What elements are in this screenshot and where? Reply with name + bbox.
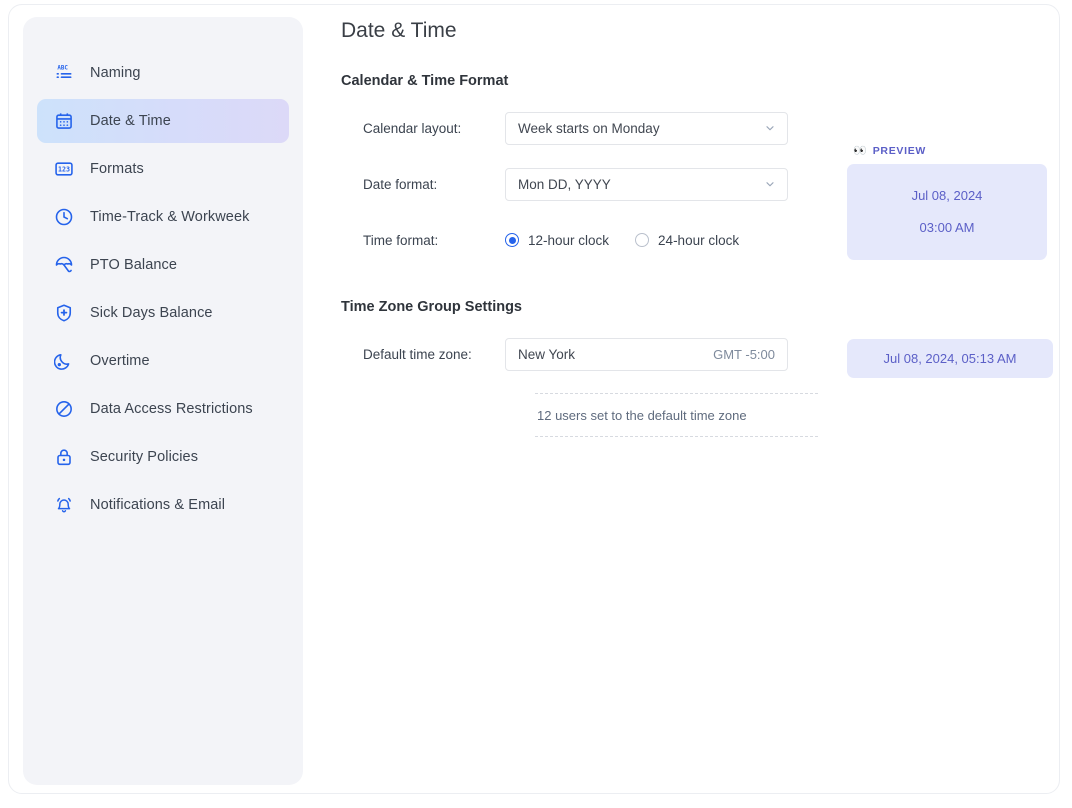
numbers-123-icon: 123 xyxy=(53,158,75,180)
radio-12-hour-clock[interactable]: 12-hour clock xyxy=(505,233,609,248)
sidebar-item-label: Data Access Restrictions xyxy=(90,401,253,417)
default-time-zone-value: New York xyxy=(518,346,576,362)
sidebar-item-label: PTO Balance xyxy=(90,257,178,273)
sidebar-nav-list: ABC Naming Date & Time 123 Formats Time-… xyxy=(23,51,303,527)
abc-list-icon: ABC xyxy=(53,62,75,84)
radio-label: 12-hour clock xyxy=(528,232,610,248)
sidebar-item-label: Notifications & Email xyxy=(90,497,226,513)
sidebar-item-label: Formats xyxy=(90,161,144,177)
radio-mark-icon xyxy=(635,233,650,247)
main-content: Date & Time Calendar & Time Format Calen… xyxy=(319,5,1059,793)
section-title-timezone: Time Zone Group Settings xyxy=(341,299,522,315)
chevron-down-icon xyxy=(764,178,776,190)
time-format-label: Time format: xyxy=(363,232,439,248)
format-preview-card: Jul 08, 2024 03:00 AM xyxy=(847,164,1047,260)
sidebar-item-label: Sick Days Balance xyxy=(90,305,213,321)
sidebar-item-label: Overtime xyxy=(90,353,150,369)
preview-time: 03:00 AM xyxy=(919,220,975,235)
sidebar-item-label: Security Policies xyxy=(90,449,199,465)
sidebar-item-naming[interactable]: ABC Naming xyxy=(37,51,289,95)
bell-ringing-icon xyxy=(53,494,75,516)
radio-mark-selected-icon xyxy=(505,233,519,247)
chevron-down-icon xyxy=(764,122,776,134)
page-title: Date & Time xyxy=(341,19,457,42)
preview-label: PREVIEW xyxy=(872,145,927,157)
date-format-control: Mon DD, YYYY xyxy=(505,167,788,201)
date-format-select[interactable]: Mon DD, YYYY xyxy=(505,167,788,201)
section-title-calendar: Calendar & Time Format xyxy=(341,73,509,89)
sidebar-item-time-track-workweek[interactable]: Time-Track & Workweek xyxy=(37,195,289,239)
svg-text:123: 123 xyxy=(58,166,70,174)
default-time-zone-label: Default time zone: xyxy=(363,346,472,362)
sidebar-item-formats[interactable]: 123 Formats xyxy=(37,147,289,191)
moon-icon xyxy=(53,350,75,372)
calendar-layout-select[interactable]: Week starts on Monday xyxy=(505,111,788,145)
sidebar-item-label: Naming xyxy=(90,65,141,81)
timezone-preview-card: Jul 08, 2024, 05:13 AM xyxy=(847,339,1053,378)
sidebar-item-date-time[interactable]: Date & Time xyxy=(37,99,289,143)
radio-label: 24-hour clock xyxy=(658,232,740,248)
calendar-icon xyxy=(53,110,75,132)
sidebar-item-notifications-email[interactable]: Notifications & Email xyxy=(37,483,289,527)
preview-header: 👀 PREVIEW xyxy=(847,145,1047,157)
no-entry-icon xyxy=(53,398,75,420)
preview-date: Jul 08, 2024 xyxy=(911,188,983,203)
sidebar-item-sick-days-balance[interactable]: Sick Days Balance xyxy=(37,291,289,335)
svg-text:ABC: ABC xyxy=(57,66,68,72)
sidebar-item-data-access-restrictions[interactable]: Data Access Restrictions xyxy=(37,387,289,431)
calendar-layout-value: Week starts on Monday xyxy=(518,120,660,136)
timezone-preview: Jul 08, 2024, 05:13 AM xyxy=(847,339,1053,378)
clock-icon xyxy=(53,206,75,228)
default-time-zone-offset: GMT -5:00 xyxy=(713,346,775,362)
eyes-icon: 👀 xyxy=(853,144,867,157)
default-time-zone-field[interactable]: New York GMT -5:00 xyxy=(505,337,788,371)
default-time-zone-control: New York GMT -5:00 xyxy=(505,337,788,371)
app-window: ABC Naming Date & Time 123 Formats Time-… xyxy=(8,4,1060,794)
radio-24-hour-clock[interactable]: 24-hour clock xyxy=(635,233,739,248)
calendar-layout-control: Week starts on Monday xyxy=(505,111,788,145)
format-preview: 👀 PREVIEW Jul 08, 2024 03:00 AM xyxy=(847,145,1047,260)
sidebar-item-security-policies[interactable]: Security Policies xyxy=(37,435,289,479)
timezone-note-block: 12 users set to the default time zone xyxy=(535,393,818,437)
umbrella-icon xyxy=(53,254,75,276)
shield-plus-icon xyxy=(53,302,75,324)
date-format-label: Date format: xyxy=(363,176,438,192)
time-format-radio-group: 12-hour clock 24-hour clock xyxy=(505,233,825,248)
form-row-calendar-layout: Calendar layout: Week starts on Monday xyxy=(333,111,1059,145)
calendar-layout-label: Calendar layout: xyxy=(363,120,462,136)
divider-bottom xyxy=(535,436,818,437)
lock-icon xyxy=(53,446,75,468)
settings-sidebar: ABC Naming Date & Time 123 Formats Time-… xyxy=(23,17,303,785)
sidebar-item-label: Time-Track & Workweek xyxy=(90,209,250,225)
sidebar-item-overtime[interactable]: Overtime xyxy=(37,339,289,383)
sidebar-item-pto-balance[interactable]: PTO Balance xyxy=(37,243,289,287)
sidebar-item-label: Date & Time xyxy=(90,113,171,129)
timezone-users-note: 12 users set to the default time zone xyxy=(537,408,747,423)
date-format-value: Mon DD, YYYY xyxy=(518,176,611,192)
